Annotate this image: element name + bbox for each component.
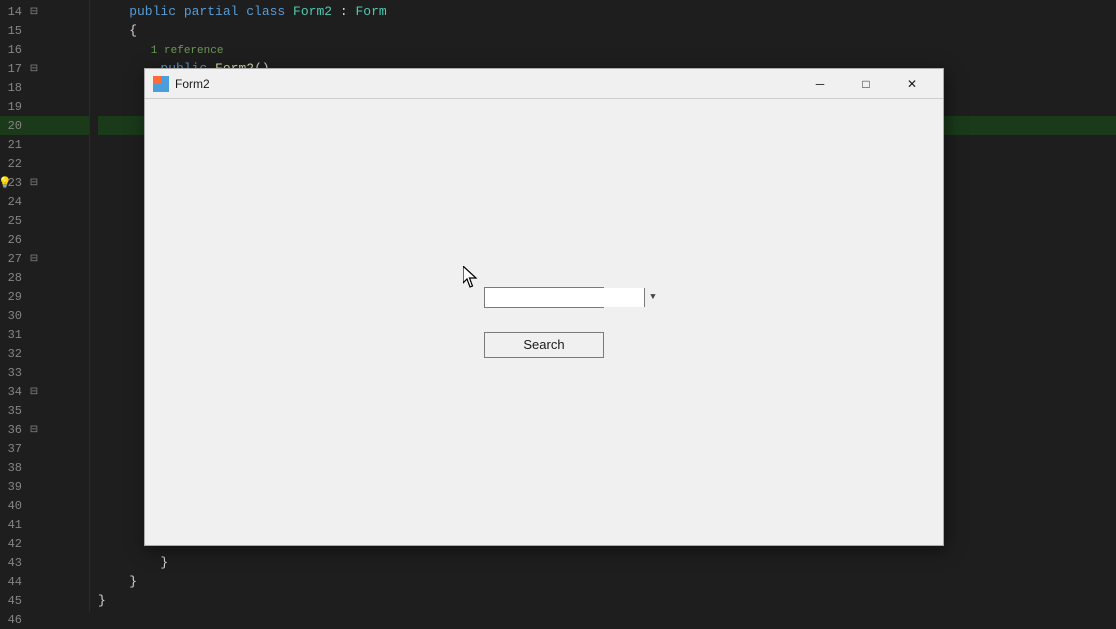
collapse-icon-14[interactable]: ⊟ (28, 6, 40, 18)
code-line-43: } (98, 553, 1116, 572)
combobox-control[interactable]: ▼ (484, 287, 604, 308)
line-row-30: 30 (0, 306, 89, 325)
line-row-15: 15 (0, 21, 89, 40)
line-row-38: 38 (0, 458, 89, 477)
maximize-button[interactable]: □ (843, 69, 889, 99)
collapse-icon-17[interactable]: ⊟ (28, 63, 40, 75)
code-line-14: public partial class Form2 : Form (98, 2, 1116, 21)
search-button[interactable]: Search (484, 332, 604, 358)
line-row-34: 34 ⊟ (0, 382, 89, 401)
line-numbers: 14 ⊟ 15 16 17 ⊟ 18 19 20 21 (0, 0, 90, 612)
line-row-42: 42 (0, 534, 89, 553)
line-row-26: 26 (0, 230, 89, 249)
line-row-23: 23 ⊟ 💡 (0, 173, 89, 192)
code-line-15: { (98, 21, 1116, 40)
combobox-dropdown-arrow[interactable]: ▼ (644, 288, 661, 307)
line-row-18: 18 (0, 78, 89, 97)
line-row-21: 21 (0, 135, 89, 154)
line-row-14: 14 ⊟ (0, 2, 89, 21)
collapse-icon-34[interactable]: ⊟ (28, 386, 40, 398)
window-titlebar: Form2 ─ □ ✕ (145, 69, 943, 99)
line-row-36: 36 ⊟ (0, 420, 89, 439)
line-row-41: 41 (0, 515, 89, 534)
line-row-44: 44 (0, 572, 89, 591)
line-row-19: 19 (0, 97, 89, 116)
window-app-icon (153, 76, 169, 92)
line-row-16: 16 (0, 40, 89, 59)
lightbulb-icon: 💡 (0, 176, 12, 190)
window-body: ▼ Search (145, 99, 943, 545)
form2-window: Form2 ─ □ ✕ ▼ Search (144, 68, 944, 546)
line-row-37: 37 (0, 439, 89, 458)
line-row-33: 33 (0, 363, 89, 382)
line-row-28: 28 (0, 268, 89, 287)
collapse-icon-23[interactable]: ⊟ (28, 177, 40, 189)
line-row-43: 43 (0, 553, 89, 572)
collapse-icon-36[interactable]: ⊟ (28, 424, 40, 436)
line-row-46: 46 (0, 610, 89, 629)
line-row-20: 20 (0, 116, 89, 135)
line-row-22: 22 (0, 154, 89, 173)
line-row-39: 39 (0, 477, 89, 496)
line-row-40: 40 (0, 496, 89, 515)
close-button[interactable]: ✕ (889, 69, 935, 99)
collapse-icon-27[interactable]: ⊟ (28, 253, 40, 265)
line-row-35: 35 (0, 401, 89, 420)
line-row-29: 29 (0, 287, 89, 306)
line-row-32: 32 (0, 344, 89, 363)
line-row-45: 45 (0, 591, 89, 610)
line-row-31: 31 (0, 325, 89, 344)
code-line-16: 1 reference (98, 40, 1116, 59)
combobox-input[interactable] (485, 288, 644, 307)
code-line-45: } (98, 591, 1116, 610)
window-controls: ─ □ ✕ (797, 69, 935, 99)
line-row-25: 25 (0, 211, 89, 230)
line-row-27: 27 ⊟ (0, 249, 89, 268)
window-title: Form2 (175, 77, 797, 91)
code-line-44: } (98, 572, 1116, 591)
line-row-24: 24 (0, 192, 89, 211)
line-row-17: 17 ⊟ (0, 59, 89, 78)
minimize-button[interactable]: ─ (797, 69, 843, 99)
